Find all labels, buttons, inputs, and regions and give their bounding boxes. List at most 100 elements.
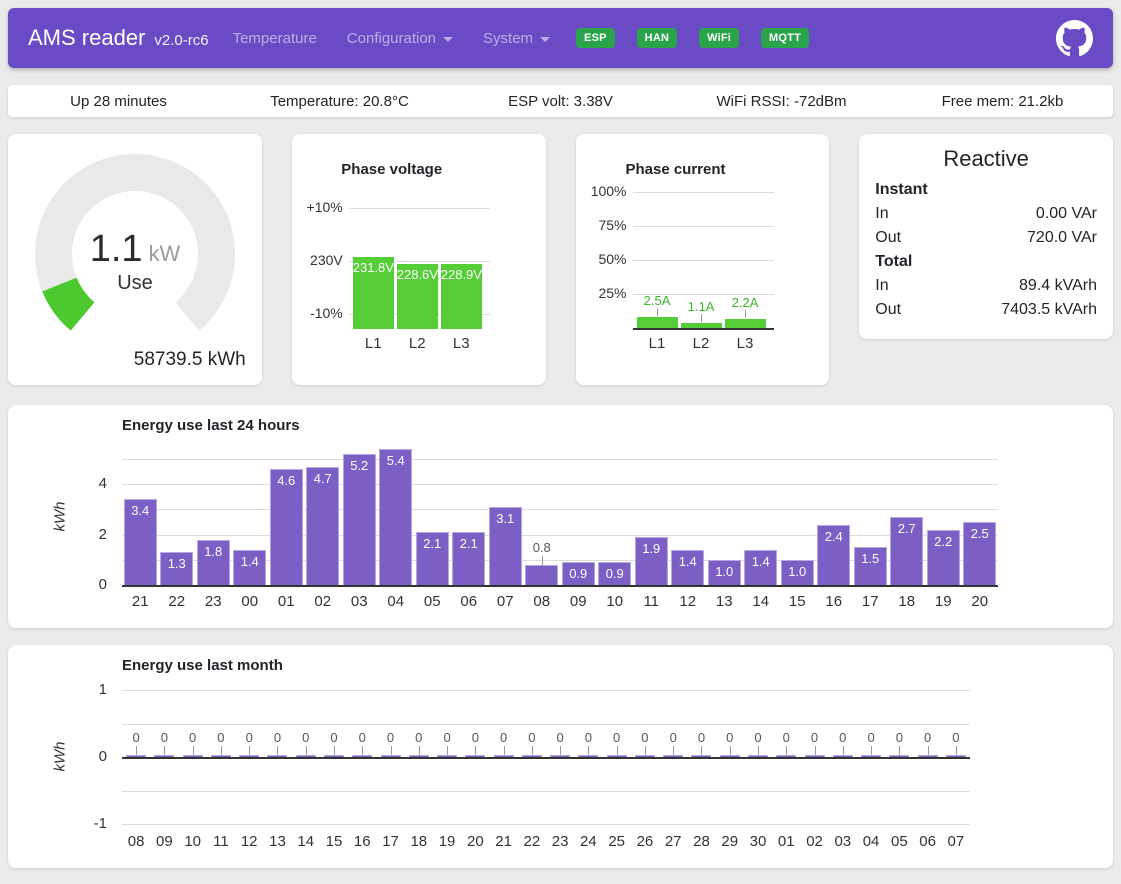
bar-value-label: 1.4: [671, 554, 704, 569]
axis-tick-label: -10%: [298, 305, 343, 321]
axis-tick-label: 0: [63, 576, 107, 593]
axis-tick-label: 75%: [582, 217, 627, 233]
axis-tick-label: 25%: [582, 285, 627, 301]
label-tick: [362, 746, 363, 755]
bar-value-label: 0.9: [598, 566, 631, 581]
github-icon[interactable]: [1056, 20, 1093, 57]
category-label: 05: [414, 593, 450, 610]
gridline: [633, 192, 774, 193]
category-label: 07: [487, 593, 523, 610]
label-tick: [193, 746, 194, 755]
gridline: [633, 226, 774, 227]
category-label: 15: [779, 593, 815, 610]
reactive-section-heading: Instant: [875, 178, 1097, 202]
bar-13: [267, 755, 287, 757]
phase-voltage-title: Phase voltage: [292, 161, 492, 178]
bar-value-label: 1.4: [233, 554, 266, 569]
bar-L1: [637, 317, 678, 328]
status-item-0: Up 28 minutes: [8, 93, 229, 110]
reactive-section-heading: Total: [875, 250, 1097, 274]
label-tick: [617, 746, 618, 755]
bar-value-label: 2.1: [416, 536, 449, 551]
bar-09: [154, 755, 174, 757]
bar-value-label: 0.9: [562, 566, 595, 581]
label-tick: [532, 746, 533, 755]
bar-04: [379, 449, 412, 585]
ams-reader-page: AMS reader v2.0-rc6 Temperature Configura…: [0, 0, 1121, 884]
bar-value-label: 2.2A: [720, 295, 771, 310]
axis-tick-label: 2: [63, 526, 107, 543]
bar-25: [607, 755, 627, 757]
label-tick: [221, 746, 222, 755]
category-label: 04: [378, 593, 414, 610]
gauge-card: 1.1kW Use 58739.5 kWh: [8, 134, 262, 385]
phase-current-card: Phase current 100%75%50%25%2.5AL11.1AL22…: [576, 134, 830, 385]
reactive-row-in: In0.00 VAr: [875, 202, 1097, 226]
brand[interactable]: AMS reader v2.0-rc6: [28, 25, 209, 51]
badge-han: HAN: [637, 28, 677, 48]
label-tick: [475, 746, 476, 755]
bar-07: [946, 755, 966, 757]
bar-23: [550, 755, 570, 757]
bar-value-label: 1.0: [781, 564, 814, 579]
reactive-body: InstantIn0.00 VArOut720.0 VArTotalIn89.4…: [875, 178, 1097, 322]
nav-link-label: Temperature: [233, 30, 317, 47]
category-label: L2: [397, 335, 438, 352]
axis-tick-label: +10%: [298, 199, 343, 215]
bar-10: [183, 755, 203, 757]
nav-link-label: Configuration: [347, 30, 436, 47]
status-item-4: Free mem: 21.2kb: [892, 93, 1113, 110]
nav-link-configuration[interactable]: Configuration: [347, 30, 453, 47]
nav-link-temperature[interactable]: Temperature: [233, 30, 317, 47]
label-tick: [786, 746, 787, 755]
bar-17: [381, 755, 401, 757]
category-label: 09: [560, 593, 596, 610]
x-axis-line: [633, 328, 774, 330]
label-tick: [164, 746, 165, 755]
status-badges: ESPHANWiFiMQTT: [576, 28, 809, 48]
label-tick: [334, 746, 335, 755]
gauge-label: Use: [8, 272, 262, 295]
label-tick: [730, 746, 731, 755]
bar-value-label: 1.3: [160, 556, 193, 571]
bar-28: [691, 755, 711, 757]
nav-links: Temperature Configuration System: [233, 30, 550, 47]
gridline: [122, 484, 998, 485]
bar-14: [296, 755, 316, 757]
gridline: [349, 208, 490, 209]
bar-value-label: 4.7: [306, 471, 339, 486]
bar-L3: [725, 319, 766, 328]
bar-27: [663, 755, 683, 757]
bar-30: [748, 755, 768, 757]
nav-link-system[interactable]: System: [483, 30, 550, 47]
category-label: 20: [962, 593, 998, 610]
label-tick: [745, 310, 746, 318]
energy-month-chart-card: Energy use last month kWh 10-10080090100…: [8, 645, 1113, 868]
gridline: [122, 459, 998, 460]
status-bar: Up 28 minutesTemperature: 20.8°CESP volt…: [8, 85, 1113, 117]
phase-current-title: Phase current: [576, 161, 776, 178]
bar-value-label: 3.4: [124, 503, 157, 518]
gridline: [122, 824, 970, 825]
reactive-row-value: 720.0 VAr: [1027, 226, 1097, 250]
bar-03: [343, 454, 376, 585]
category-label: 07: [938, 833, 974, 850]
category-label: 08: [524, 593, 560, 610]
category-label: 03: [341, 593, 377, 610]
label-tick: [542, 556, 543, 565]
bar-value-label: 2.2: [927, 534, 960, 549]
reactive-row-label: In: [875, 274, 888, 298]
phase-voltage-card: Phase voltage +10%230V-10%231.8VL1228.6V…: [292, 134, 546, 385]
reactive-card: Reactive InstantIn0.00 VArOut720.0 VArTo…: [859, 134, 1113, 339]
gridline: [122, 724, 970, 725]
axis-tick-label: -1: [63, 815, 107, 832]
bar-20: [465, 755, 485, 757]
bar-value-label: 2.5: [963, 526, 996, 541]
label-tick: [391, 746, 392, 755]
axis-tick-label: 1: [63, 681, 107, 698]
bar-value-label: 5.4: [379, 453, 412, 468]
bar-08: [126, 755, 146, 757]
label-tick: [306, 746, 307, 755]
nav-link-label: System: [483, 30, 533, 47]
bar-26: [635, 755, 655, 757]
